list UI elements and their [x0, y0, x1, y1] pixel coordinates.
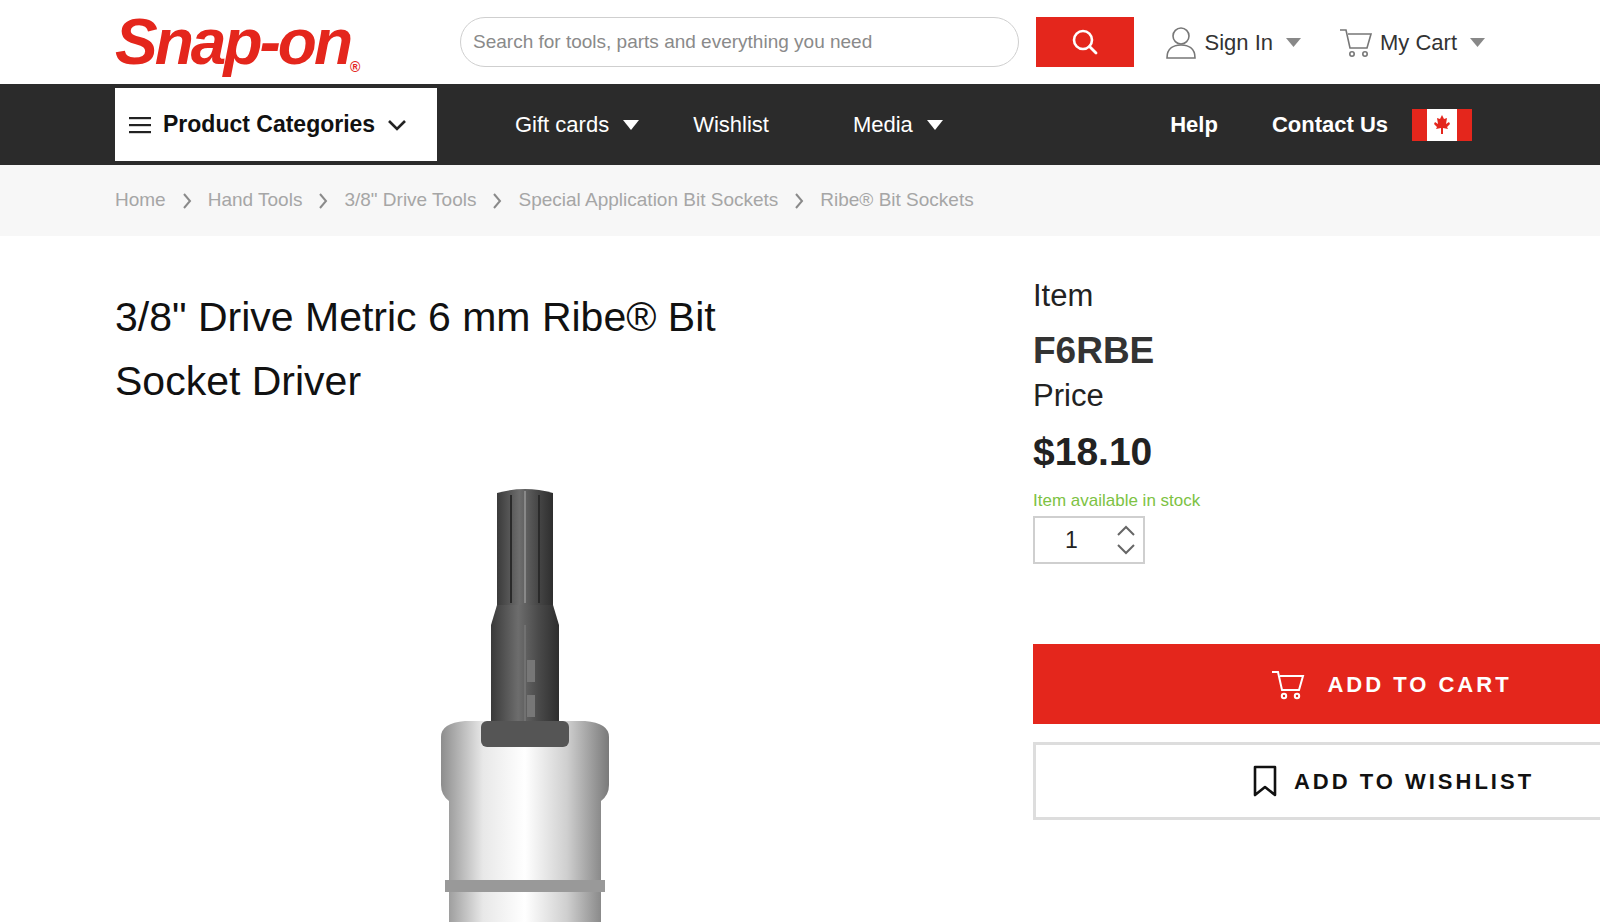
nav-link-label[interactable]: Help — [1170, 108, 1218, 141]
product-area: 3/8" Drive Metric 6 mm Ribe® Bit Socket … — [0, 236, 1600, 922]
user-icon — [1164, 25, 1198, 59]
snap-on-logo[interactable]: Snap-on® — [115, 10, 460, 74]
nav-link-label[interactable]: Media — [853, 108, 913, 141]
search-icon — [1071, 28, 1099, 56]
product-title: 3/8" Drive Metric 6 mm Ribe® Bit Socket … — [115, 285, 835, 413]
caret-down-icon — [623, 120, 639, 130]
hamburger-icon — [129, 116, 151, 134]
registered-mark: ® — [350, 59, 360, 75]
nav-link[interactable]: Contact Us — [1272, 108, 1388, 141]
bookmark-icon — [1252, 765, 1278, 797]
quantity-value[interactable]: 1 — [1065, 523, 1078, 558]
chevron-right-icon — [182, 192, 192, 210]
item-number: F6RBE — [1033, 326, 1600, 376]
nav-link-label[interactable]: Wishlist — [693, 108, 769, 141]
cart-menu[interactable]: My Cart — [1339, 26, 1485, 59]
quantity-field[interactable]: 1 — [1033, 516, 1145, 564]
main-nav: Product Categories Gift cards Wishlist Med… — [0, 84, 1600, 165]
sign-in-label[interactable]: Sign In — [1205, 26, 1274, 59]
add-to-cart-label[interactable]: ADD TO CART — [1327, 668, 1511, 701]
nav-link-label[interactable]: Contact Us — [1272, 108, 1388, 141]
nav-link[interactable]: Wishlist — [693, 108, 769, 141]
logo-text[interactable]: Snap-on — [115, 6, 350, 78]
nav-link-label[interactable]: Gift cards — [515, 108, 609, 141]
canada-flag-icon[interactable] — [1412, 109, 1472, 141]
breadcrumb-link[interactable]: 3/8" Drive Tools — [344, 186, 476, 215]
search-button[interactable] — [1036, 17, 1134, 67]
breadcrumb-link[interactable]: Ribe® Bit Sockets — [820, 186, 973, 215]
breadcrumb: Home Hand Tools 3/8" Drive Tools Special Ap… — [0, 165, 1600, 236]
chevron-down-icon — [387, 119, 407, 131]
breadcrumb-link[interactable]: Special Application Bit Sockets — [518, 186, 778, 215]
search-field[interactable] — [460, 17, 1019, 67]
item-label: Item — [1033, 276, 1600, 316]
nav-link[interactable]: Help — [1170, 108, 1218, 141]
bit-socket-icon — [425, 485, 625, 922]
caret-down-icon — [927, 120, 943, 130]
product-categories-button[interactable]: Product Categories — [115, 88, 437, 161]
add-to-wishlist-label[interactable]: ADD TO WISHLIST — [1294, 765, 1534, 798]
site-header: Snap-on® Sign In My Cart — [0, 0, 1600, 84]
stepper-arrows-icon[interactable] — [1115, 523, 1137, 557]
add-to-wishlist-button[interactable]: ADD TO WISHLIST — [1033, 742, 1600, 820]
chevron-right-icon — [318, 192, 328, 210]
chevron-right-icon — [794, 192, 804, 210]
chevron-right-icon — [492, 192, 502, 210]
price-label: Price — [1033, 376, 1600, 416]
nav-link[interactable]: Gift cards — [515, 108, 639, 141]
purchase-panel: Item F6RBE Price $18.10 Item available i… — [1033, 236, 1600, 922]
product-image — [115, 485, 1033, 922]
price: $18.10 — [1033, 426, 1600, 478]
stock-status: Item available in stock — [1033, 490, 1600, 512]
cart-label[interactable]: My Cart — [1380, 26, 1457, 59]
caret-down-icon — [1286, 38, 1301, 47]
add-to-cart-button[interactable]: ADD TO CART — [1033, 644, 1600, 724]
sign-in-menu[interactable]: Sign In — [1164, 25, 1302, 59]
nav-link[interactable]: Media — [853, 108, 943, 141]
breadcrumb-link[interactable]: Hand Tools — [208, 186, 303, 215]
cart-icon — [1339, 26, 1373, 58]
caret-down-icon — [1470, 38, 1485, 47]
nav-links: Gift cards Wishlist Media Help Contact Us — [437, 108, 1388, 141]
categories-label[interactable]: Product Categories — [163, 107, 375, 142]
cart-icon — [1271, 668, 1305, 700]
breadcrumb-link[interactable]: Home — [115, 186, 166, 215]
product-overview: 3/8" Drive Metric 6 mm Ribe® Bit Socket … — [0, 236, 1033, 922]
